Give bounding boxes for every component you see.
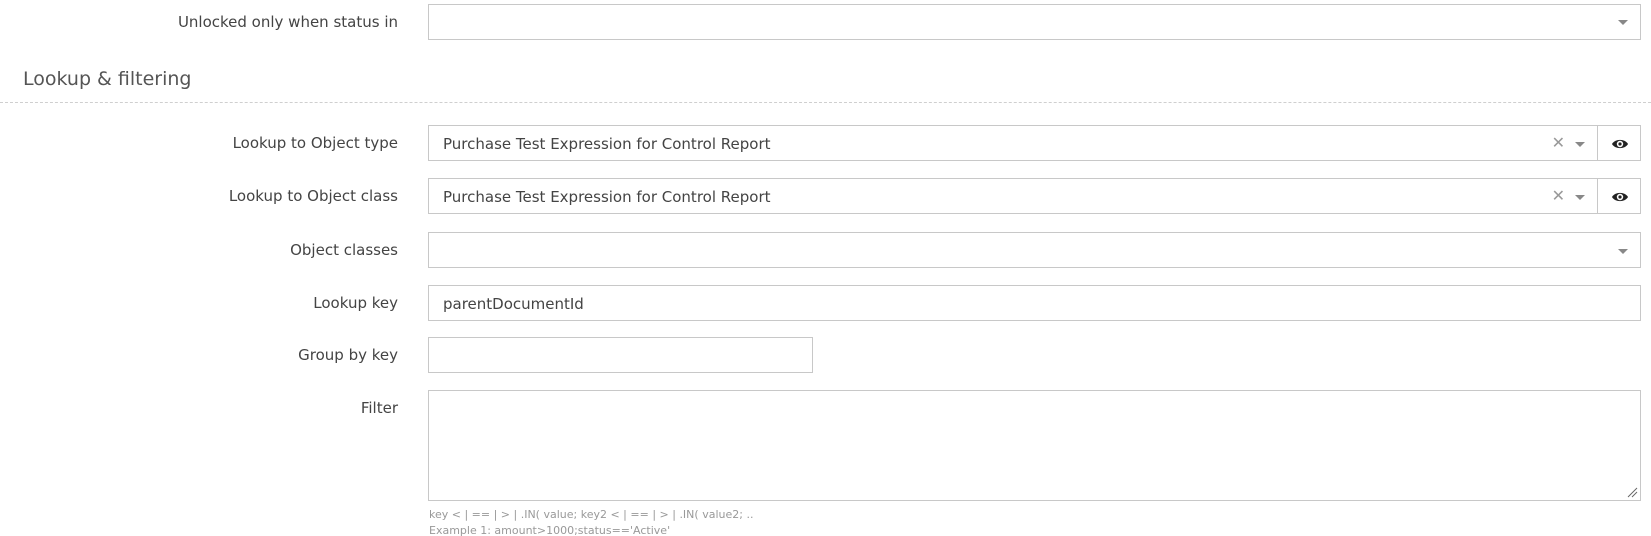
object-classes-select[interactable] <box>428 232 1641 268</box>
chevron-down-icon[interactable] <box>1618 249 1628 254</box>
eye-icon <box>1612 139 1628 149</box>
form-row-lookup-object-class: Lookup to Object class Purchase Test Exp… <box>0 178 1651 214</box>
form-row-lookup-object-type: Lookup to Object type Purchase Test Expr… <box>0 125 1651 161</box>
form-row-filter: Filter <box>0 390 1651 502</box>
filter-textarea[interactable] <box>428 390 1641 501</box>
view-object-class-button[interactable] <box>1597 178 1641 214</box>
eye-icon <box>1612 192 1628 202</box>
section-title: Lookup & filtering <box>23 68 192 90</box>
form-row-group-by-key: Group by key <box>0 337 1651 373</box>
lookup-object-type-value: Purchase Test Expression for Control Rep… <box>443 135 771 153</box>
view-object-type-button[interactable] <box>1597 125 1641 161</box>
chevron-down-icon[interactable] <box>1618 20 1628 25</box>
close-icon[interactable]: ✕ <box>1552 135 1565 151</box>
group-by-key-label: Group by key <box>298 346 398 364</box>
form-row-lookup-key: Lookup key parentDocumentId <box>0 285 1651 321</box>
form-page: Unlocked only when status in Lookup & fi… <box>0 0 1651 536</box>
unlocked-status-select[interactable] <box>428 4 1641 40</box>
form-row-object-classes: Object classes <box>0 232 1651 268</box>
resize-handle-icon[interactable] <box>1626 486 1638 498</box>
object-classes-label: Object classes <box>290 241 398 259</box>
chevron-down-icon[interactable] <box>1575 142 1585 147</box>
filter-label: Filter <box>360 399 398 417</box>
close-icon[interactable]: ✕ <box>1552 188 1565 204</box>
lookup-object-class-label: Lookup to Object class <box>228 187 398 205</box>
lookup-key-value: parentDocumentId <box>443 295 584 313</box>
lookup-key-input[interactable]: parentDocumentId <box>428 285 1641 321</box>
section-divider <box>0 102 1651 103</box>
lookup-object-class-select[interactable]: Purchase Test Expression for Control Rep… <box>428 178 1598 214</box>
filter-hint-example: Example 1: amount>1000;status=='Active' <box>429 524 671 536</box>
group-by-key-input[interactable] <box>428 337 813 373</box>
lookup-object-class-value: Purchase Test Expression for Control Rep… <box>443 188 771 206</box>
lookup-key-label: Lookup key <box>313 294 398 312</box>
filter-hint-syntax: key < | == | > | .IN( value; key2 < | ==… <box>429 508 754 521</box>
unlocked-status-label: Unlocked only when status in <box>177 13 398 31</box>
lookup-object-type-select[interactable]: Purchase Test Expression for Control Rep… <box>428 125 1598 161</box>
lookup-object-type-label: Lookup to Object type <box>232 134 398 152</box>
chevron-down-icon[interactable] <box>1575 195 1585 200</box>
form-row-unlocked-status: Unlocked only when status in <box>0 4 1651 40</box>
